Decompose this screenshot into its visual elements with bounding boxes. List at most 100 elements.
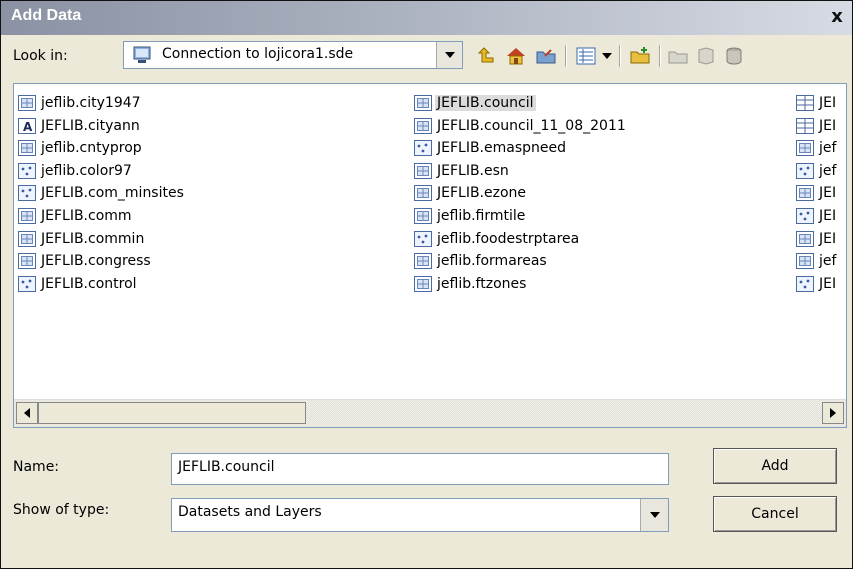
list-item[interactable]: JEFLIB.commin bbox=[18, 228, 146, 250]
list-item[interactable]: jef bbox=[796, 137, 838, 159]
close-button[interactable]: x bbox=[826, 7, 848, 27]
dataset-list[interactable]: jeflib.city1947 A JEFLIB.cityann jeflib.cnt… bbox=[13, 83, 847, 428]
list-item[interactable]: JEI bbox=[796, 115, 838, 137]
svg-text:A: A bbox=[23, 120, 33, 134]
list-item[interactable]: JEFLIB.congress bbox=[18, 250, 153, 272]
list-item-label: JEFLIB.congress bbox=[41, 253, 151, 270]
show-of-type-value: Datasets and Layers bbox=[178, 504, 322, 520]
add-button[interactable]: Add bbox=[713, 448, 837, 484]
list-item[interactable]: jeflib.firmtile bbox=[414, 205, 527, 227]
geodatabase-icon[interactable] bbox=[721, 43, 747, 69]
point-feature-icon bbox=[18, 275, 36, 292]
raster-icon bbox=[414, 117, 432, 134]
view-list-icon[interactable] bbox=[573, 43, 599, 69]
annotation-icon: A bbox=[18, 117, 36, 134]
point-feature-icon bbox=[796, 162, 814, 179]
table-icon bbox=[796, 117, 814, 134]
chevron-down-icon[interactable] bbox=[436, 42, 462, 68]
look-in-label: Look in: bbox=[13, 48, 68, 64]
raster-icon bbox=[18, 140, 36, 157]
point-feature-icon bbox=[796, 208, 814, 224]
list-item-label: JEI bbox=[819, 95, 837, 111]
scroll-left-button[interactable] bbox=[16, 402, 38, 424]
connect-folder-icon[interactable] bbox=[533, 43, 559, 69]
list-item[interactable]: JEFLIB.esn bbox=[414, 160, 511, 182]
cancel-button[interactable]: Cancel bbox=[713, 496, 837, 532]
raster-icon bbox=[414, 95, 432, 111]
new-catalog-icon[interactable] bbox=[693, 43, 719, 69]
table-icon bbox=[796, 95, 814, 111]
list-item-label: JEI bbox=[819, 185, 837, 202]
raster-icon bbox=[414, 185, 432, 202]
raster-icon bbox=[796, 253, 814, 270]
list-item[interactable]: JEFLIB.control bbox=[18, 273, 139, 295]
list-item-label: jef bbox=[819, 140, 837, 157]
list-item-label: jeflib.foodestrptarea bbox=[437, 230, 580, 247]
list-item[interactable]: jeflib.ftzones bbox=[414, 273, 528, 295]
look-in-dropdown[interactable]: Connection to lojicora1.sde bbox=[123, 41, 463, 69]
toolbar-separator bbox=[659, 45, 661, 67]
list-item-label: JEI bbox=[819, 230, 837, 247]
list-item[interactable]: JEI bbox=[796, 273, 838, 295]
point-feature-icon bbox=[18, 162, 36, 179]
raster-icon bbox=[18, 208, 36, 224]
view-menu-dropdown-icon[interactable] bbox=[599, 43, 615, 69]
list-item-label: JEFLIB.council_11_08_2011 bbox=[437, 117, 626, 134]
list-item-label: JEFLIB.comm bbox=[41, 208, 132, 224]
title-bar[interactable]: Add Data x bbox=[1, 1, 852, 35]
list-item-label: jef bbox=[819, 253, 837, 270]
new-folder-icon[interactable] bbox=[665, 43, 691, 69]
list-item[interactable]: jef bbox=[796, 250, 838, 272]
list-item[interactable]: JEFLIB.com_minsites bbox=[18, 182, 186, 204]
raster-icon bbox=[796, 140, 814, 157]
arrow-left-icon bbox=[24, 408, 30, 418]
list-item[interactable]: A JEFLIB.cityann bbox=[18, 115, 142, 137]
look-in-value: Connection to lojicora1.sde bbox=[162, 46, 354, 62]
list-item-label: jeflib.ftzones bbox=[437, 275, 527, 292]
list-item[interactable]: jeflib.foodestrptarea bbox=[414, 228, 581, 250]
list-item-label: JEFLIB.esn bbox=[437, 162, 509, 179]
list-item-label: JEFLIB.control bbox=[41, 275, 137, 292]
raster-icon bbox=[414, 253, 432, 270]
list-item-label: JEFLIB.ezone bbox=[437, 185, 527, 202]
list-item[interactable]: jeflib.city1947 bbox=[18, 92, 143, 114]
list-item-label: JEFLIB.commin bbox=[41, 230, 145, 247]
point-feature-icon bbox=[796, 275, 814, 292]
arrow-right-icon bbox=[830, 408, 836, 418]
scroll-right-button[interactable] bbox=[822, 402, 844, 424]
horizontal-scrollbar[interactable] bbox=[14, 399, 846, 427]
list-item[interactable]: JEFLIB.council_11_08_2011 bbox=[414, 115, 628, 137]
list-item[interactable]: jef bbox=[796, 160, 838, 182]
list-item[interactable]: JEFLIB.comm bbox=[18, 205, 134, 227]
raster-icon bbox=[414, 275, 432, 292]
list-item[interactable]: JEI bbox=[796, 228, 838, 250]
home-icon[interactable] bbox=[503, 43, 529, 69]
list-item-label: JEFLIB.council bbox=[435, 95, 536, 111]
list-item[interactable]: jeflib.formareas bbox=[414, 250, 549, 272]
list-item-label: JEI bbox=[819, 208, 837, 224]
list-item-label: JEI bbox=[819, 275, 837, 292]
list-item[interactable]: jeflib.cntyprop bbox=[18, 137, 144, 159]
list-item[interactable]: JEI bbox=[796, 182, 838, 204]
dialog-title: Add Data bbox=[11, 7, 82, 24]
list-item[interactable]: JEI bbox=[796, 92, 838, 114]
list-item-label: JEFLIB.com_minsites bbox=[41, 185, 184, 202]
show-of-type-select[interactable]: Datasets and Layers bbox=[171, 498, 669, 532]
list-item[interactable]: JEFLIB.council bbox=[414, 92, 536, 114]
scrollbar-thumb[interactable] bbox=[38, 402, 306, 424]
up-one-level-icon[interactable] bbox=[473, 43, 499, 69]
list-item-label: jef bbox=[819, 162, 837, 179]
add-data-dialog: Add Data x Look in: Connection to lojico… bbox=[0, 0, 853, 569]
list-item-label: JEI bbox=[819, 117, 837, 134]
list-item[interactable]: JEFLIB.ezone bbox=[414, 182, 528, 204]
list-item[interactable]: JEFLIB.emaspneed bbox=[414, 137, 568, 159]
name-label: Name: bbox=[13, 459, 60, 475]
chevron-down-icon[interactable] bbox=[640, 499, 668, 531]
name-input[interactable]: JEFLIB.council bbox=[171, 453, 669, 485]
point-feature-icon bbox=[414, 140, 432, 157]
new-database-icon[interactable] bbox=[627, 43, 653, 69]
list-item[interactable]: JEI bbox=[796, 205, 838, 227]
toolbar-separator bbox=[565, 45, 567, 67]
list-item-label: jeflib.color97 bbox=[41, 162, 132, 179]
list-item[interactable]: jeflib.color97 bbox=[18, 160, 134, 182]
